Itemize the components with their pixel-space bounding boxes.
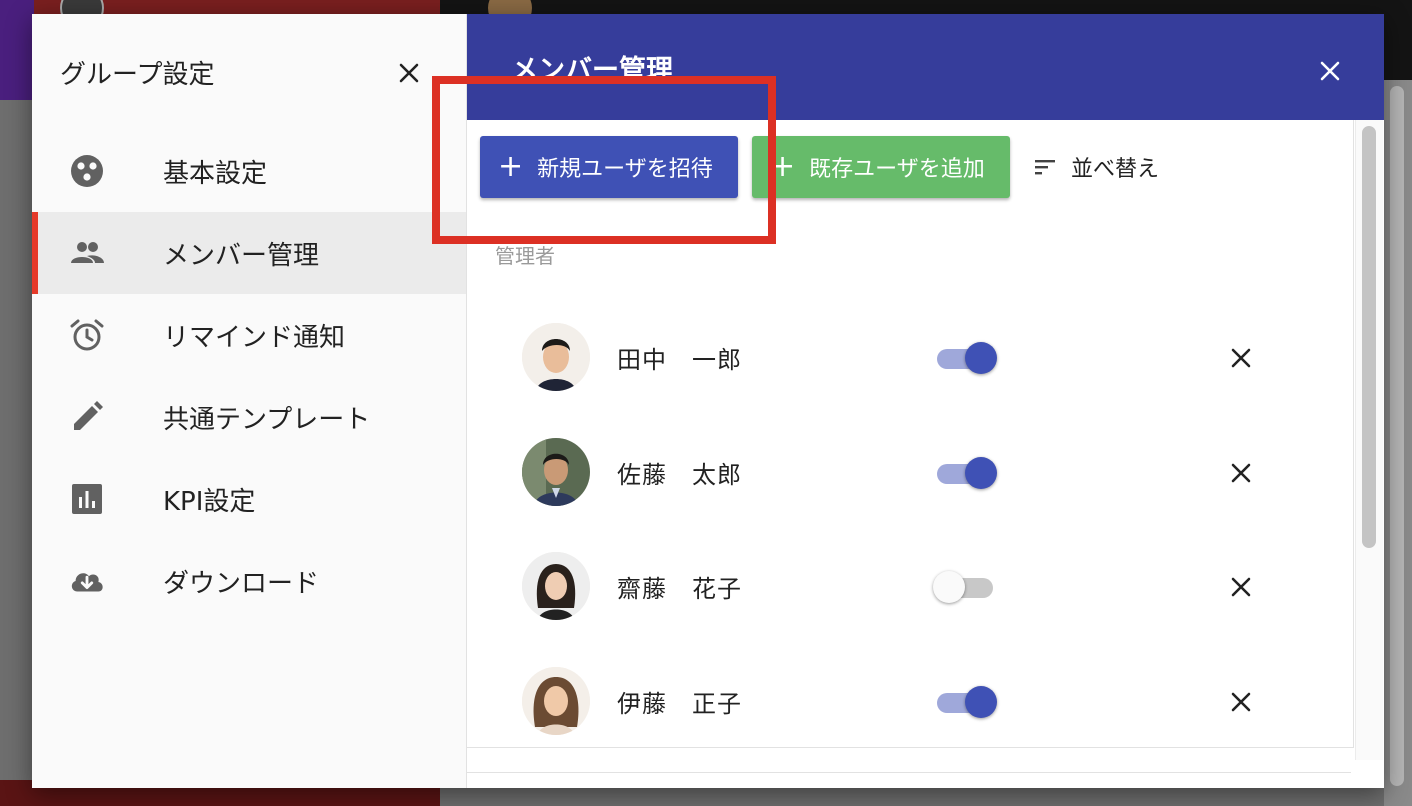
section-label-admins: 管理者 bbox=[495, 244, 555, 268]
member-enabled-toggle[interactable] bbox=[933, 684, 997, 720]
avatar[interactable] bbox=[522, 438, 590, 506]
backdrop-purple-strip bbox=[0, 0, 34, 100]
bar-chart-icon bbox=[68, 480, 106, 518]
sidebar-item-label: KPI設定 bbox=[163, 486, 256, 517]
group-settings-dialog: グループ設定 基本設定 メンバー管理 リマインド通知 共通テンプレート KPI設… bbox=[32, 14, 1384, 788]
sort-label: 並べ替え bbox=[1071, 157, 1160, 182]
settings-menu: 基本設定 メンバー管理 リマインド通知 共通テンプレート KPI設定 ダウンロー… bbox=[32, 130, 466, 622]
alarm-icon bbox=[68, 316, 106, 354]
people-icon bbox=[68, 234, 106, 272]
settings-sidebar-header: グループ設定 bbox=[32, 14, 466, 130]
member-row: 田中 一郎 bbox=[467, 300, 1353, 414]
sidebar-item-basic-settings[interactable]: 基本設定 bbox=[32, 130, 466, 212]
pencil-icon bbox=[68, 398, 106, 436]
add-existing-user-label: 既存ユーザを追加 bbox=[809, 157, 985, 182]
toggle-knob bbox=[933, 571, 965, 603]
divider bbox=[467, 772, 1351, 773]
member-row: 伊藤 正子 bbox=[467, 644, 1353, 747]
member-name: 田中 一郎 bbox=[617, 346, 742, 374]
avatar[interactable] bbox=[522, 323, 590, 391]
sidebar-item-label: 基本設定 bbox=[163, 158, 268, 189]
plus-icon: + bbox=[498, 149, 524, 184]
member-list-scrollbar[interactable] bbox=[1362, 126, 1376, 548]
sidebar-item-reminder[interactable]: リマインド通知 bbox=[32, 294, 466, 376]
cloud-download-icon bbox=[68, 562, 106, 600]
toggle-knob bbox=[965, 686, 997, 718]
member-panel-header: メンバー管理 bbox=[467, 14, 1384, 120]
avatar[interactable] bbox=[522, 667, 590, 735]
member-name: 伊藤 正子 bbox=[617, 690, 742, 718]
page-scrollbar[interactable] bbox=[1390, 86, 1404, 786]
remove-member-icon[interactable] bbox=[1227, 688, 1255, 716]
plus-icon: + bbox=[770, 149, 796, 184]
remove-member-icon[interactable] bbox=[1227, 344, 1255, 372]
sidebar-item-label: ダウンロード bbox=[163, 568, 320, 599]
member-name: 齋藤 花子 bbox=[617, 575, 742, 603]
toggle-knob bbox=[965, 342, 997, 374]
sidebar-item-label: リマインド通知 bbox=[163, 322, 346, 353]
toggle-knob bbox=[965, 457, 997, 489]
sidebar-item-kpi[interactable]: KPI設定 bbox=[32, 458, 466, 540]
add-existing-user-button[interactable]: + 既存ユーザを追加 bbox=[752, 136, 1010, 198]
member-management-panel: メンバー管理 + 新規ユーザを招待 + 既存ユーザを追加 並べ替え 管理者 田中… bbox=[467, 14, 1384, 788]
settings-title: グループ設定 bbox=[60, 60, 215, 90]
sidebar-item-label: 共通テンプレート bbox=[163, 404, 371, 435]
remove-member-icon[interactable] bbox=[1227, 459, 1255, 487]
sort-icon bbox=[1035, 158, 1057, 176]
sidebar-item-download[interactable]: ダウンロード bbox=[32, 540, 466, 622]
member-name: 佐藤 太郎 bbox=[617, 461, 742, 489]
avatar[interactable] bbox=[522, 552, 590, 620]
close-icon[interactable] bbox=[394, 58, 424, 88]
member-enabled-toggle[interactable] bbox=[933, 340, 997, 376]
sidebar-item-member-management[interactable]: メンバー管理 bbox=[32, 212, 466, 294]
close-icon[interactable] bbox=[1315, 56, 1345, 86]
member-enabled-toggle[interactable] bbox=[933, 455, 997, 491]
sidebar-item-label: メンバー管理 bbox=[163, 240, 320, 271]
invite-new-user-label: 新規ユーザを招待 bbox=[537, 157, 713, 182]
invite-new-user-button[interactable]: + 新規ユーザを招待 bbox=[480, 136, 738, 198]
sidebar-item-templates[interactable]: 共通テンプレート bbox=[32, 376, 466, 458]
settings-sidebar: グループ設定 基本設定 メンバー管理 リマインド通知 共通テンプレート KPI設… bbox=[32, 14, 467, 788]
member-list-container: + 新規ユーザを招待 + 既存ユーザを追加 並べ替え 管理者 田中 一郎 佐藤 … bbox=[467, 120, 1354, 748]
sort-button[interactable]: 並べ替え bbox=[1035, 136, 1159, 198]
member-row: 佐藤 太郎 bbox=[467, 415, 1353, 529]
palette-icon bbox=[68, 152, 106, 190]
member-row: 齋藤 花子 bbox=[467, 529, 1353, 643]
member-panel-title: メンバー管理 bbox=[511, 55, 673, 86]
remove-member-icon[interactable] bbox=[1227, 573, 1255, 601]
member-enabled-toggle[interactable] bbox=[933, 569, 997, 605]
